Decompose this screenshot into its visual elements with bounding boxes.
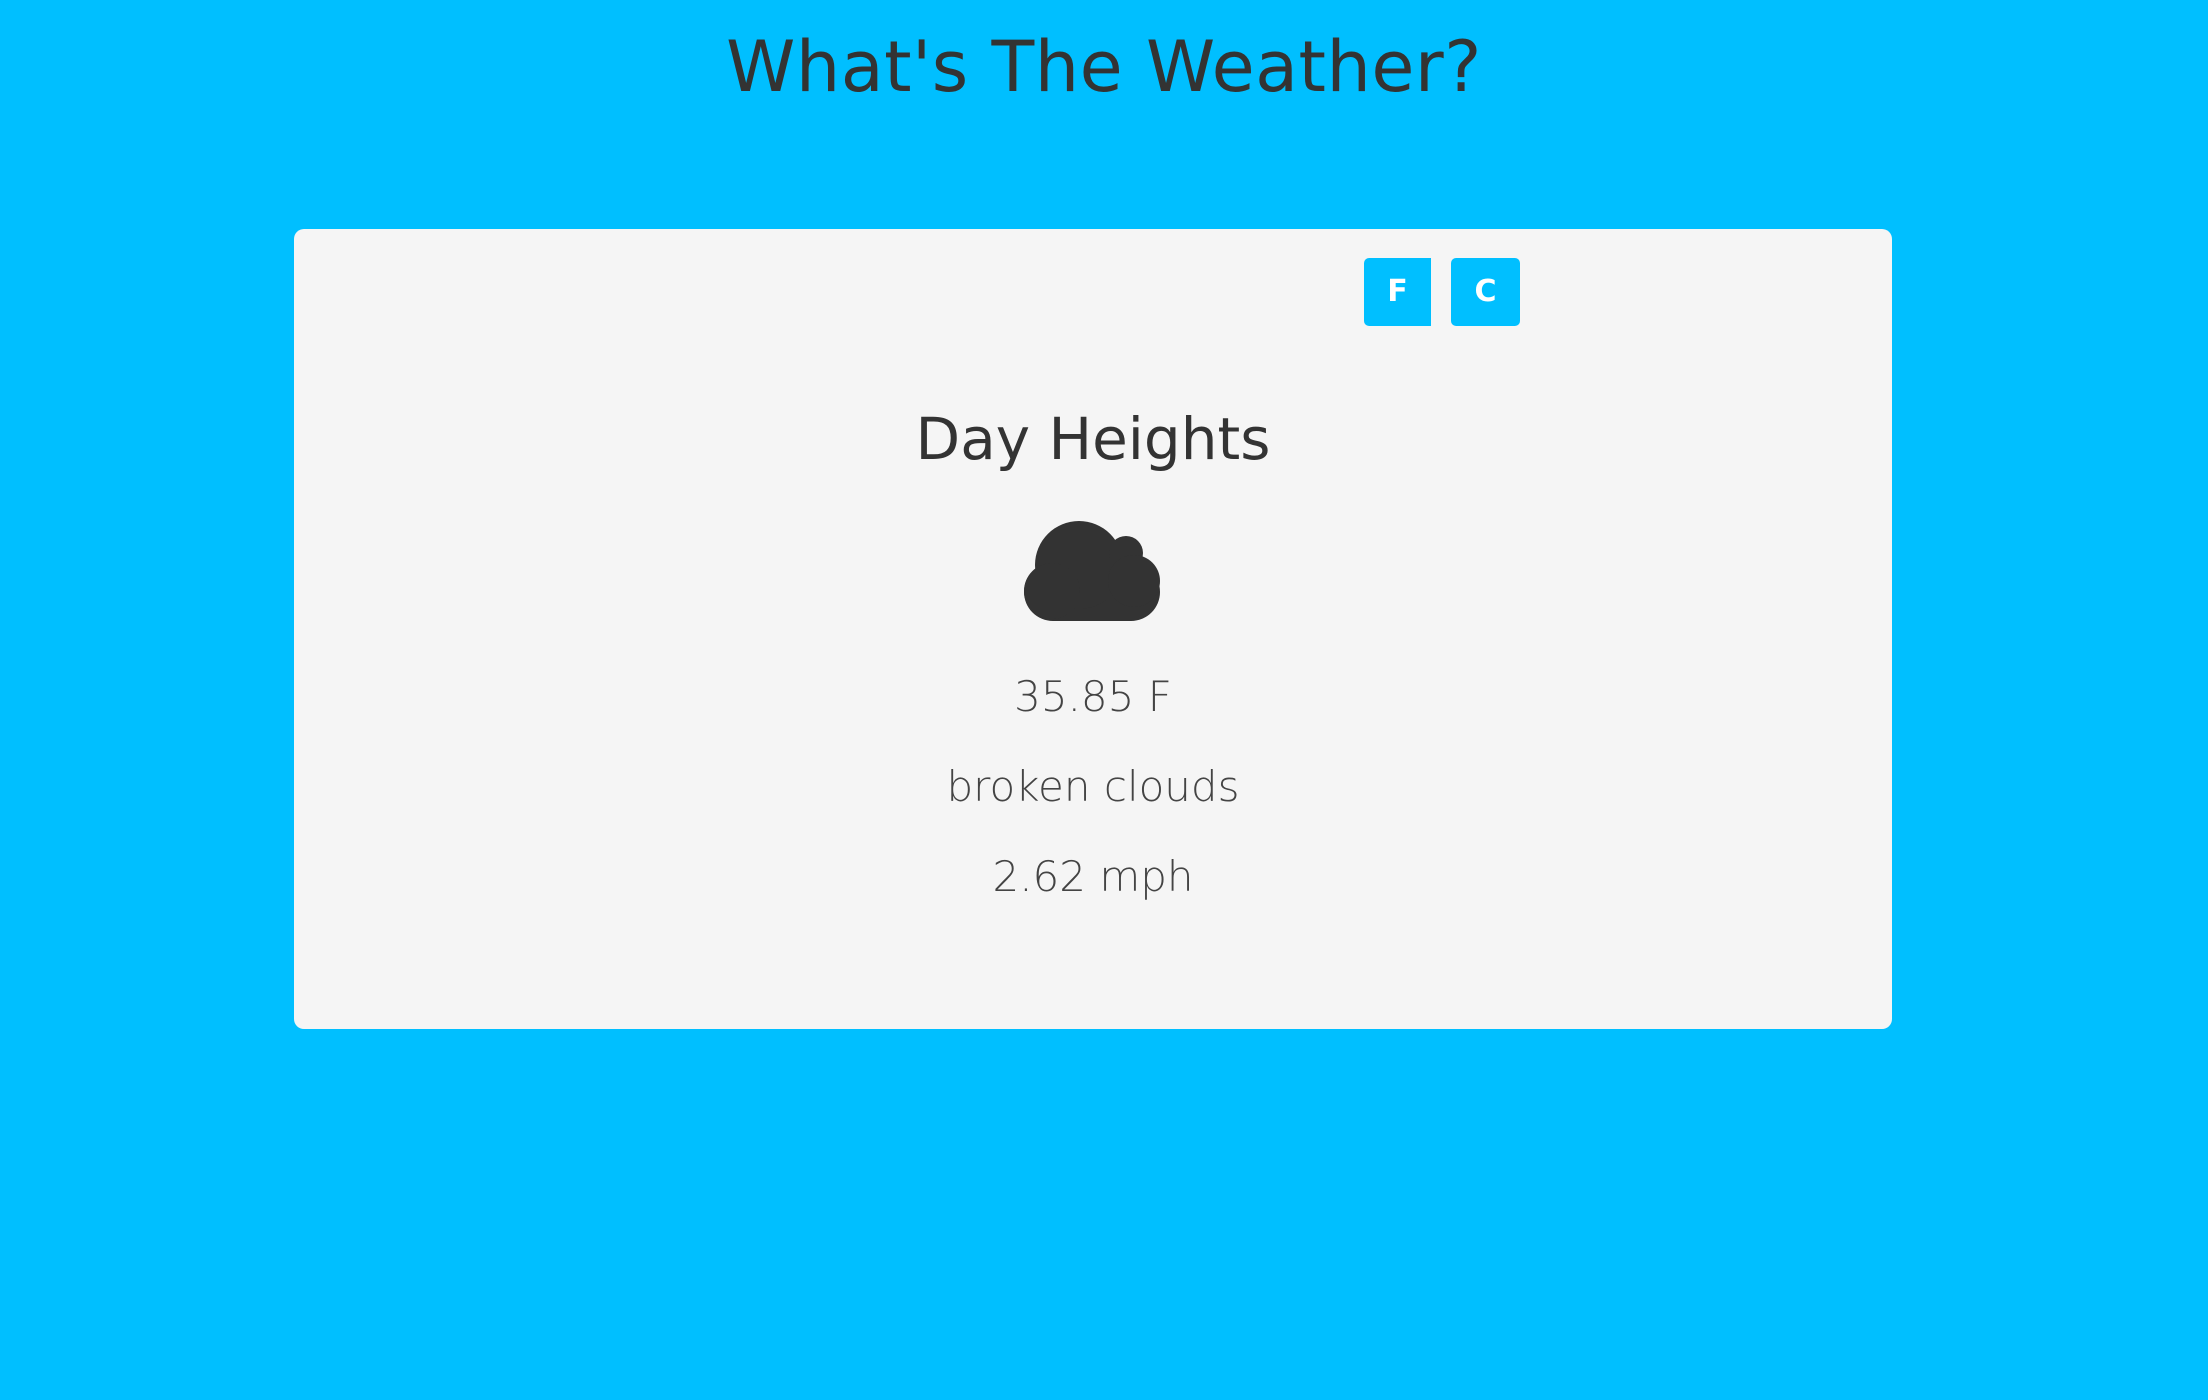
temperature-value: 35.85 F xyxy=(1014,672,1172,721)
weather-description: broken clouds xyxy=(946,762,1240,811)
page-title: What's The Weather? xyxy=(726,26,1482,108)
celsius-button[interactable]: C xyxy=(1451,258,1520,326)
wind-speed: 2.62 mph xyxy=(992,852,1194,901)
fahrenheit-button[interactable]: F xyxy=(1364,258,1431,326)
weather-card: F C Day Heights 35.85 F broken clouds 2.… xyxy=(294,229,1892,1029)
location-name: Day Heights xyxy=(915,405,1271,473)
cloud-icon xyxy=(1022,519,1162,623)
